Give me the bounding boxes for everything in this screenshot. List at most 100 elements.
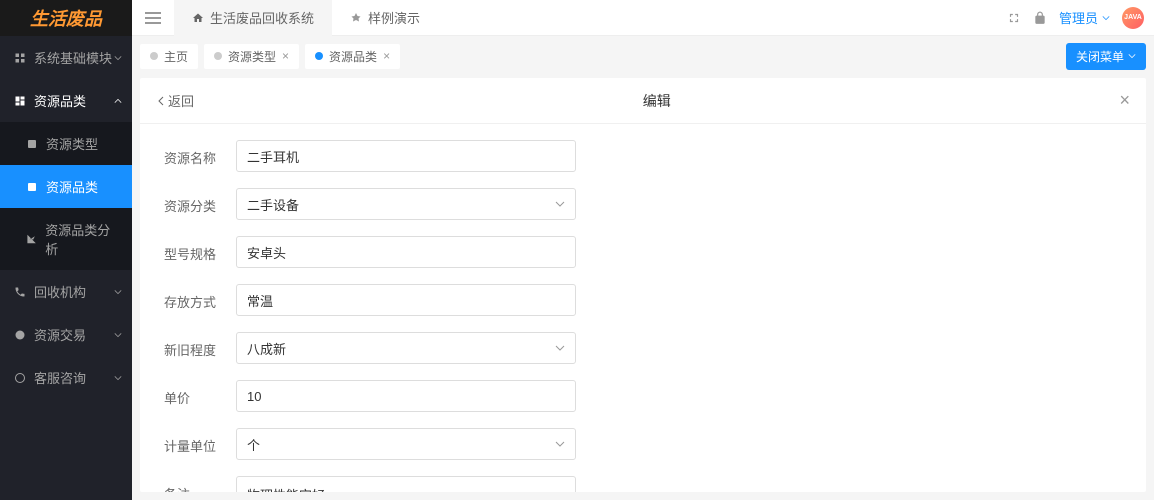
- sidebar-label: 资源品类: [46, 177, 98, 196]
- fullscreen-icon[interactable]: [1007, 11, 1021, 25]
- condition-select[interactable]: 八成新: [236, 332, 576, 364]
- tab-label: 资源品类: [329, 48, 377, 65]
- nav-label: 生活废品回收系统: [210, 8, 314, 27]
- container: 系统基础模块 资源品类 资源类型 资源品类 资源品类分析 回收机构: [0, 36, 1154, 500]
- form-row-storage: 存放方式: [164, 284, 1122, 316]
- tab-home[interactable]: 主页: [140, 44, 198, 69]
- category-label: 资源分类: [164, 188, 224, 215]
- tab-dot: [315, 52, 323, 60]
- form-row-remark: 备注 6/240: [164, 476, 1122, 492]
- form-row-unit: 计量单位 个: [164, 428, 1122, 460]
- trade-icon: [14, 329, 26, 341]
- sidebar-label: 资源品类: [34, 91, 86, 110]
- phone-icon: [14, 286, 26, 298]
- analysis-icon: [26, 233, 37, 245]
- avatar[interactable]: JAVA: [1122, 7, 1144, 29]
- close-icon[interactable]: ×: [1119, 90, 1130, 111]
- sidebar-label: 客服咨询: [34, 368, 86, 387]
- chevron-down-icon: [1102, 14, 1110, 22]
- service-icon: [14, 372, 26, 384]
- tab-close-icon[interactable]: ×: [282, 49, 289, 63]
- name-input[interactable]: [236, 140, 576, 172]
- nav-label: 样例演示: [368, 8, 420, 27]
- condition-label: 新旧程度: [164, 332, 224, 359]
- unit-label: 计量单位: [164, 428, 224, 455]
- chevron-down-icon: [114, 288, 122, 296]
- sidebar-item-resource-analysis[interactable]: 资源品类分析: [0, 208, 132, 270]
- tab-dot: [214, 52, 222, 60]
- form-row-spec: 型号规格: [164, 236, 1122, 268]
- form-row-condition: 新旧程度 八成新: [164, 332, 1122, 364]
- back-link[interactable]: 返回: [156, 91, 194, 110]
- sidebar-label: 系统基础模块: [34, 48, 112, 67]
- demo-icon: [350, 12, 362, 24]
- price-input[interactable]: [236, 380, 576, 412]
- home-icon: [192, 12, 204, 24]
- storage-label: 存放方式: [164, 284, 224, 311]
- tab-resource-class[interactable]: 资源品类 ×: [305, 44, 400, 69]
- tab-label: 主页: [164, 48, 188, 65]
- top-nav: 生活废品回收系统 样例演示: [174, 0, 438, 36]
- sidebar-label: 资源品类分析: [45, 220, 118, 258]
- edit-form: 资源名称 资源分类 二手设备 型号规格: [140, 124, 1146, 492]
- chevron-down-icon: [555, 343, 565, 353]
- unit-select[interactable]: 个: [236, 428, 576, 460]
- sidebar-item-system-base[interactable]: 系统基础模块: [0, 36, 132, 79]
- avatar-text: JAVA: [1124, 14, 1142, 21]
- sidebar-label: 回收机构: [34, 282, 86, 301]
- sidebar-item-recycle-org[interactable]: 回收机构: [0, 270, 132, 313]
- logo: 生活废品: [0, 0, 132, 36]
- remark-label: 备注: [164, 476, 224, 492]
- form-row-category: 资源分类 二手设备: [164, 188, 1122, 220]
- price-label: 单价: [164, 380, 224, 407]
- spec-input[interactable]: [236, 236, 576, 268]
- tab-dot: [150, 52, 158, 60]
- page-title: 编辑: [194, 91, 1119, 111]
- chevron-down-icon: [555, 439, 565, 449]
- lock-icon[interactable]: [1033, 11, 1047, 25]
- select-value: 八成新: [247, 339, 286, 358]
- chevron-up-icon: [114, 97, 122, 105]
- chevron-down-icon: [1128, 52, 1136, 60]
- nav-item-recycle-system[interactable]: 生活废品回收系统: [174, 0, 332, 36]
- tab-close-icon[interactable]: ×: [383, 49, 390, 63]
- admin-label: 管理员: [1059, 8, 1098, 27]
- tab-label: 资源类型: [228, 48, 276, 65]
- sidebar-item-resource-class[interactable]: 资源品类: [0, 165, 132, 208]
- chevron-down-icon: [114, 374, 122, 382]
- content-panel: 返回 编辑 × 资源名称 资源分类 二手设备: [140, 78, 1146, 492]
- category-icon: [14, 95, 26, 107]
- storage-input[interactable]: [236, 284, 576, 316]
- sidebar-label: 资源交易: [34, 325, 86, 344]
- close-menu-label: 关闭菜单: [1076, 48, 1124, 65]
- sidebar-item-resource-type[interactable]: 资源类型: [0, 122, 132, 165]
- sidebar: 系统基础模块 资源品类 资源类型 资源品类 资源品类分析 回收机构: [0, 36, 132, 500]
- close-menu-button[interactable]: 关闭菜单: [1066, 43, 1146, 70]
- sidebar-item-resource-trade[interactable]: 资源交易: [0, 313, 132, 356]
- main-area: 主页 资源类型 × 资源品类 × 关闭菜单 返回: [132, 36, 1154, 500]
- admin-dropdown[interactable]: 管理员: [1059, 8, 1110, 27]
- type-icon: [26, 138, 38, 150]
- select-value: 个: [247, 435, 260, 454]
- select-value: 二手设备: [247, 195, 299, 214]
- chevron-down-icon: [114, 331, 122, 339]
- tabs-row: 主页 资源类型 × 资源品类 × 关闭菜单: [132, 42, 1154, 70]
- top-header: 生活废品 生活废品回收系统 样例演示 管理员 JAVA: [0, 0, 1154, 36]
- sidebar-item-customer-service[interactable]: 客服咨询: [0, 356, 132, 399]
- class-icon: [26, 181, 38, 193]
- header-right: 管理员 JAVA: [1007, 7, 1154, 29]
- remark-textarea[interactable]: [236, 476, 576, 492]
- form-row-name: 资源名称: [164, 140, 1122, 172]
- tab-resource-type[interactable]: 资源类型 ×: [204, 44, 299, 69]
- logo-text: 生活废品: [30, 5, 102, 31]
- back-label: 返回: [168, 91, 194, 110]
- content-header: 返回 编辑 ×: [140, 78, 1146, 124]
- category-select[interactable]: 二手设备: [236, 188, 576, 220]
- nav-item-demo[interactable]: 样例演示: [332, 0, 438, 36]
- module-icon: [14, 52, 26, 64]
- chevron-left-icon: [156, 96, 166, 106]
- menu-toggle[interactable]: [132, 12, 174, 24]
- spec-label: 型号规格: [164, 236, 224, 263]
- sidebar-item-resource-category[interactable]: 资源品类: [0, 79, 132, 122]
- hamburger-icon: [145, 12, 161, 24]
